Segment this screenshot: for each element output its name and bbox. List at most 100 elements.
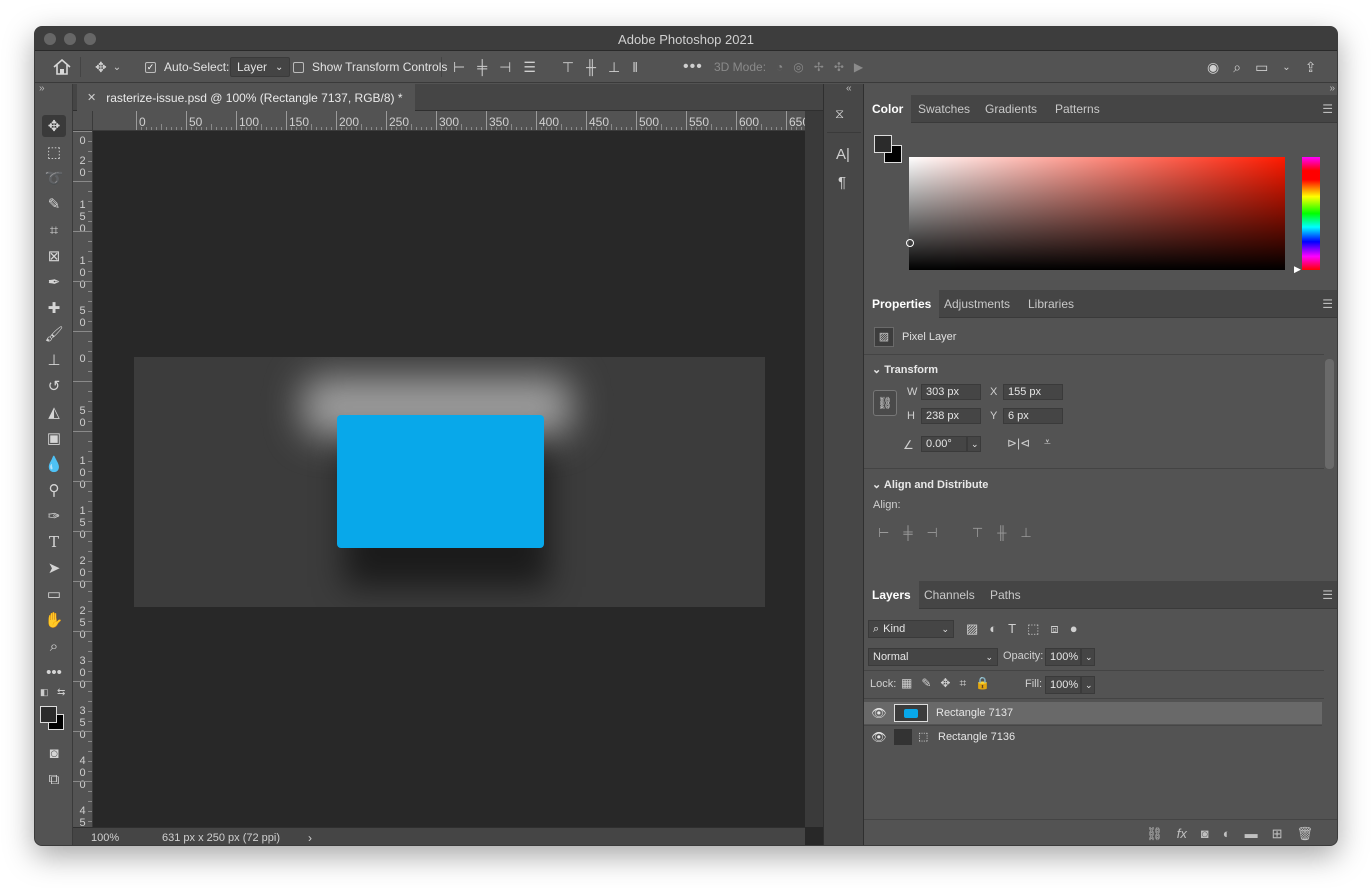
character-panel-icon[interactable]: A| — [836, 146, 850, 163]
fill-dropdown[interactable]: ⌄ — [1081, 676, 1095, 694]
align-vcenter-icon[interactable]: ╫ — [586, 59, 596, 75]
path-select-tool[interactable]: ➤ — [42, 557, 66, 579]
3d-camera-icon[interactable]: ▶ — [854, 60, 863, 74]
hue-slider-thumb[interactable]: ▶ — [1294, 264, 1301, 275]
align-bottom-icon[interactable]: ⊥ — [1020, 525, 1031, 541]
opacity-field[interactable]: 100% — [1045, 648, 1081, 666]
layer-row-rectangle-7137[interactable]: 👁 Rectangle 7137 — [864, 702, 1322, 724]
type-tool[interactable]: T — [42, 531, 66, 553]
collapse-panels-icon[interactable]: » — [1329, 83, 1335, 94]
properties-scrollbar[interactable] — [1325, 359, 1334, 469]
add-mask-icon[interactable]: ◙ — [1201, 826, 1209, 841]
home-button[interactable] — [53, 51, 71, 83]
height-field[interactable]: 238 px — [921, 408, 981, 424]
brush-tool[interactable]: 🖌 — [42, 323, 66, 345]
lock-transparent-icon[interactable]: ▦ — [901, 676, 912, 691]
share-icon[interactable]: ⇪ — [1305, 59, 1317, 76]
paragraph-panel-icon[interactable]: ¶ — [838, 174, 846, 191]
distribute-horizontal-icon[interactable]: ☰ — [523, 59, 536, 76]
x-position-field[interactable]: 155 px — [1003, 384, 1063, 400]
document-tab[interactable]: ✕ rasterize-issue.psd @ 100% (Rectangle … — [77, 84, 415, 111]
workspace-icon[interactable]: ▭ — [1255, 59, 1268, 76]
vertical-ruler[interactable]: 0 20 150 100 50 0 50 100 150 200 250 300 350 400 45 — [73, 131, 93, 827]
zoom-level[interactable]: 100% — [91, 832, 119, 844]
tab-patterns[interactable]: Patterns — [1047, 95, 1108, 123]
align-top-icon[interactable]: ⊤ — [972, 525, 983, 541]
history-brush-tool[interactable]: ↺ — [42, 375, 66, 397]
fill-field[interactable]: 100% — [1045, 676, 1081, 694]
3d-slide-icon[interactable]: ✣ — [834, 60, 844, 74]
lock-artboard-icon[interactable]: ⌗ — [959, 676, 966, 691]
layer-name[interactable]: Rectangle 7137 — [936, 707, 1013, 719]
lock-all-icon[interactable]: 🔒 — [975, 676, 990, 691]
auto-select-checkbox[interactable]: ✓ — [145, 61, 156, 73]
y-position-field[interactable]: 6 px — [1003, 408, 1063, 424]
tab-swatches[interactable]: Swatches — [910, 95, 978, 123]
filter-type-icon[interactable]: T — [1008, 621, 1016, 637]
flip-horizontal-icon[interactable]: ⊳|⊲ — [1007, 436, 1030, 450]
new-group-icon[interactable]: ▬ — [1245, 826, 1258, 841]
default-colors-icon[interactable]: ◧ — [40, 687, 49, 698]
align-bottom-icon[interactable]: ⊥ — [608, 59, 620, 76]
align-right-icon[interactable]: ⊣ — [927, 525, 938, 541]
opacity-dropdown[interactable]: ⌄ — [1081, 648, 1095, 666]
more-options-button[interactable]: ••• — [683, 51, 703, 83]
adjustment-layer-icon[interactable]: ◐ — [1223, 826, 1231, 841]
transform-section-header[interactable]: ⌄ Transform — [872, 363, 938, 376]
filter-adjustment-icon[interactable]: ◐ — [989, 621, 997, 637]
history-panel-icon[interactable]: ⧖ — [835, 106, 853, 124]
align-right-icon[interactable]: ⊣ — [499, 59, 511, 76]
canvas-pasteboard[interactable] — [93, 131, 805, 827]
search-icon[interactable]: ⌕ — [1233, 59, 1241, 76]
tab-color[interactable]: Color — [864, 95, 912, 123]
eyedropper-tool[interactable]: ✒ — [42, 271, 66, 293]
3d-orbit-icon[interactable]: ◔ — [776, 60, 783, 74]
lock-pixels-icon[interactable]: ✎ — [921, 676, 931, 691]
ruler-origin[interactable] — [73, 111, 93, 131]
chevron-right-icon[interactable]: › — [308, 831, 312, 845]
move-tool-preset[interactable]: ✥ ⌄ — [95, 51, 121, 83]
new-layer-icon[interactable]: ⊞ — [1272, 826, 1283, 842]
learn-icon[interactable]: ◉ — [1207, 59, 1219, 76]
tab-properties[interactable]: Properties — [864, 290, 940, 318]
layer-filter-kind[interactable]: ⌕ Kind ⌄ — [868, 620, 954, 638]
hue-slider[interactable] — [1302, 157, 1320, 270]
align-left-icon[interactable]: ⊢ — [453, 59, 465, 76]
layer-name[interactable]: Rectangle 7136 — [938, 731, 1015, 743]
move-tool[interactable]: ✥ — [42, 115, 66, 137]
quick-select-tool[interactable]: ✎ — [42, 193, 66, 215]
vertical-scrollbar[interactable] — [805, 111, 823, 827]
panel-menu-icon[interactable]: ☰ — [1322, 588, 1333, 602]
align-left-icon[interactable]: ⊢ — [878, 525, 889, 541]
lock-position-icon[interactable]: ✥ — [940, 676, 950, 691]
edit-toolbar[interactable]: ••• — [42, 661, 66, 683]
trash-icon[interactable]: 🗑 — [1296, 826, 1313, 842]
collapse-toolbar-icon[interactable]: » — [39, 83, 45, 94]
tab-paths[interactable]: Paths — [982, 581, 1029, 609]
filter-pixel-icon[interactable]: ▨ — [966, 621, 978, 637]
align-vcenter-icon[interactable]: ╫ — [997, 525, 1006, 541]
panel-menu-icon[interactable]: ☰ — [1322, 102, 1333, 116]
zoom-tool[interactable]: ⌕ — [42, 635, 66, 657]
tab-gradients[interactable]: Gradients — [977, 95, 1045, 123]
quick-mask-button[interactable]: ◙ — [42, 742, 66, 764]
close-icon[interactable]: ✕ — [87, 91, 96, 104]
foreground-color-swatch[interactable] — [40, 706, 57, 723]
blue-rectangle-layer[interactable] — [337, 415, 544, 548]
marquee-tool[interactable]: ⬚ — [42, 141, 66, 163]
filter-shape-icon[interactable]: ⬚ — [1027, 621, 1039, 637]
tab-channels[interactable]: Channels — [916, 581, 983, 609]
fx-icon[interactable]: fx — [1177, 826, 1187, 841]
filter-toggle-icon[interactable]: ● — [1070, 621, 1078, 637]
eraser-tool[interactable]: ◭ — [42, 401, 66, 423]
filter-smart-object-icon[interactable]: ⧈ — [1050, 621, 1058, 637]
horizontal-ruler[interactable]: 050100150200250300350400450500550600650 — [93, 111, 805, 131]
color-foreground-swatch[interactable] — [874, 135, 892, 153]
crop-tool[interactable]: ⌗ — [42, 219, 66, 241]
gradient-tool[interactable]: ▣ — [42, 427, 66, 449]
3d-roll-icon[interactable]: ◎ — [793, 60, 803, 74]
blend-mode-dropdown[interactable]: Normal ⌄ — [868, 648, 998, 666]
align-top-icon[interactable]: ⊤ — [562, 59, 574, 76]
layer-row-rectangle-7136[interactable]: 👁 ⬚ Rectangle 7136 — [864, 725, 1322, 747]
lasso-tool[interactable]: ➰ — [42, 167, 66, 189]
